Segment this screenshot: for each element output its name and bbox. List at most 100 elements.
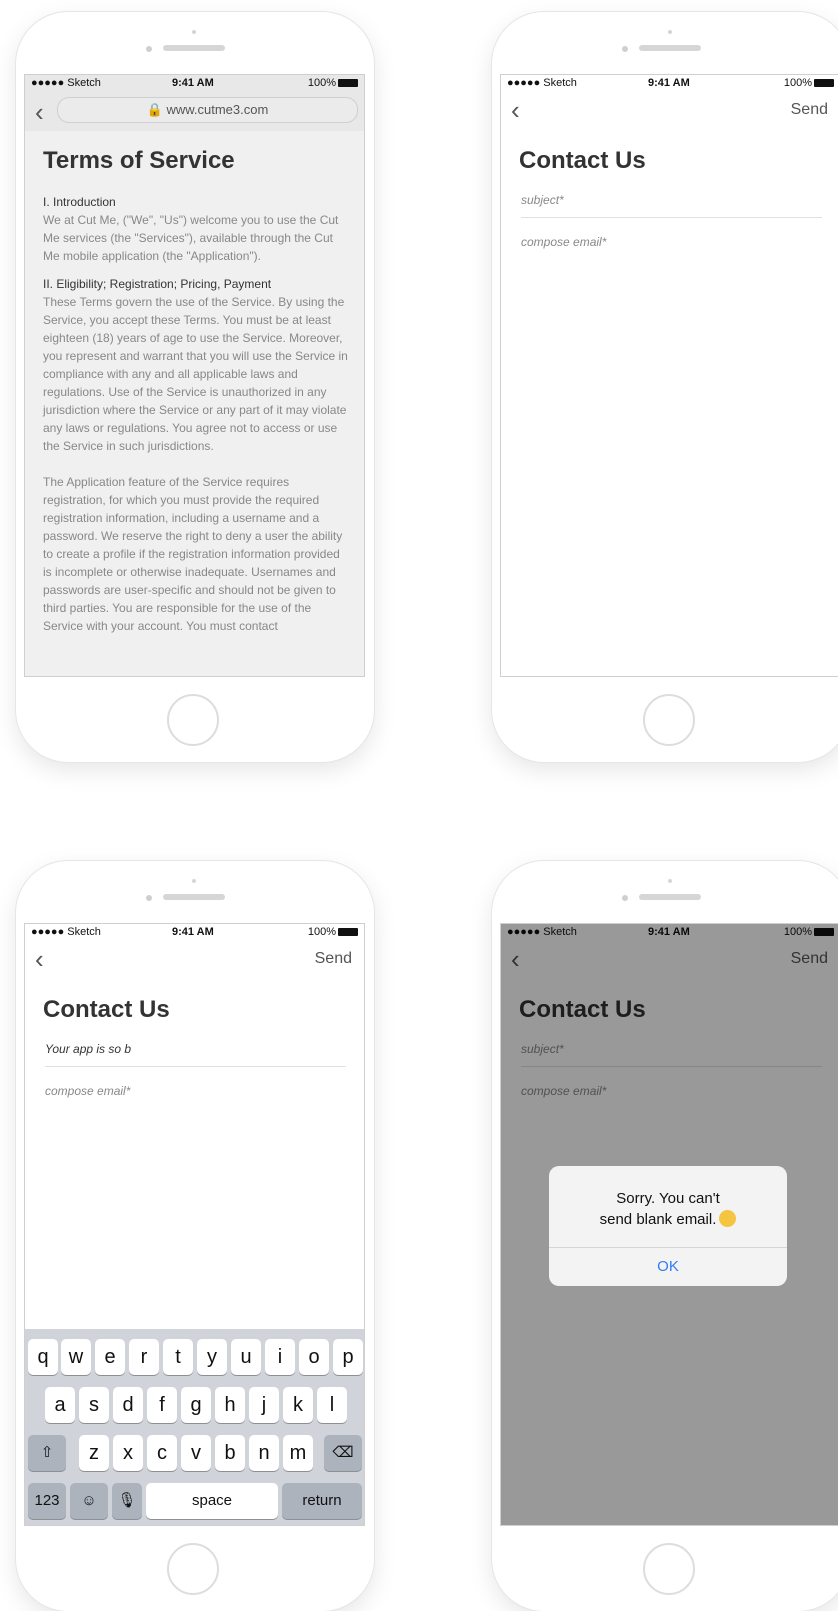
phone-sensor xyxy=(668,879,672,883)
page-title: Contact Us xyxy=(519,147,646,174)
key-x[interactable]: x xyxy=(113,1435,143,1471)
terms-screen: ●●●●● Sketch 9:41 AM 100% ‹ 🔒 www.cutme3… xyxy=(24,74,365,677)
battery-label: 100% xyxy=(783,77,812,89)
subject-field[interactable]: Your app is so b xyxy=(45,1042,346,1067)
key-y[interactable]: y xyxy=(197,1339,227,1375)
page-title: Terms of Service xyxy=(43,147,235,174)
terms-body: I. Introduction We at Cut Me, ("We", "Us… xyxy=(43,193,348,645)
battery-label: 100% xyxy=(307,77,336,89)
phone-speaker xyxy=(163,45,225,51)
status-bar: ●●●●● Sketch 9:41 AM 100% xyxy=(501,75,838,91)
contact-screen: ●●●●● Sketch 9:41 AM 100% ‹ Send Contact… xyxy=(24,923,365,1526)
key-j[interactable]: j xyxy=(249,1387,279,1423)
section-text: The Application feature of the Service r… xyxy=(43,475,343,633)
key-m[interactable]: m xyxy=(283,1435,313,1471)
key-d[interactable]: d xyxy=(113,1387,143,1423)
phone-camera xyxy=(622,46,628,52)
phone-camera xyxy=(622,895,628,901)
key-u[interactable]: u xyxy=(231,1339,261,1375)
battery-icon xyxy=(814,79,834,88)
numbers-key[interactable]: 123 xyxy=(28,1483,66,1519)
emoji-key[interactable]: ☺ xyxy=(70,1483,108,1519)
battery-icon xyxy=(338,79,358,88)
compose-field[interactable]: compose email* xyxy=(45,1084,346,1098)
phone-camera xyxy=(146,46,152,52)
space-key[interactable]: space xyxy=(146,1483,278,1519)
back-button[interactable]: ‹ xyxy=(511,97,520,123)
alert-line-2: send blank email. xyxy=(599,1211,717,1228)
home-button[interactable] xyxy=(167,1543,219,1595)
key-k[interactable]: k xyxy=(283,1387,313,1423)
phone-contact-typing: ●●●●● Sketch 9:41 AM 100% ‹ Send Contact… xyxy=(16,861,374,1611)
key-i[interactable]: i xyxy=(265,1339,295,1375)
send-button[interactable]: Send xyxy=(791,101,828,119)
key-z[interactable]: z xyxy=(79,1435,109,1471)
phone-speaker xyxy=(639,894,701,900)
ok-button[interactable]: OK xyxy=(549,1247,787,1286)
phone-terms: ●●●●● Sketch 9:41 AM 100% ‹ 🔒 www.cutme3… xyxy=(16,12,374,762)
home-button[interactable] xyxy=(643,1543,695,1595)
clock: 9:41 AM xyxy=(172,77,214,89)
key-p[interactable]: p xyxy=(333,1339,363,1375)
shift-key[interactable]: ⇧ xyxy=(28,1435,66,1471)
home-button[interactable] xyxy=(643,694,695,746)
phone-sensor xyxy=(668,30,672,34)
battery-icon xyxy=(338,928,358,937)
phone-camera xyxy=(146,895,152,901)
section-text: These Terms govern the use of the Servic… xyxy=(43,295,348,453)
clock: 9:41 AM xyxy=(648,77,690,89)
section-text: We at Cut Me, ("We", "Us") welcome you t… xyxy=(43,213,339,263)
contact-screen: ●●●●● Sketch 9:41 AM 100% ‹ Send Contact… xyxy=(500,923,838,1526)
key-n[interactable]: n xyxy=(249,1435,279,1471)
carrier-label: ●●●●● Sketch xyxy=(31,926,101,938)
alert-message: Sorry. You can't send blank email. xyxy=(549,1188,787,1230)
back-button[interactable]: ‹ xyxy=(35,946,44,972)
key-o[interactable]: o xyxy=(299,1339,329,1375)
compose-field[interactable]: compose email* xyxy=(521,235,822,249)
delete-key[interactable]: ⌫ xyxy=(324,1435,362,1471)
page-title: Contact Us xyxy=(43,996,170,1023)
key-f[interactable]: f xyxy=(147,1387,177,1423)
key-s[interactable]: s xyxy=(79,1387,109,1423)
alert-line-2-wrap: send blank email. xyxy=(549,1209,787,1230)
key-a[interactable]: a xyxy=(45,1387,75,1423)
battery-indicator: 100% xyxy=(784,77,834,89)
key-e[interactable]: e xyxy=(95,1339,125,1375)
key-h[interactable]: h xyxy=(215,1387,245,1423)
phone-contact-empty: ●●●●● Sketch 9:41 AM 100% ‹ Send Contact… xyxy=(492,12,838,762)
nav-bar: ‹ Send xyxy=(501,91,838,131)
url-field[interactable]: 🔒 www.cutme3.com xyxy=(57,97,358,123)
key-v[interactable]: v xyxy=(181,1435,211,1471)
status-bar: ●●●●● Sketch 9:41 AM 100% xyxy=(25,924,364,940)
battery-indicator: 100% xyxy=(308,926,358,938)
key-q[interactable]: q xyxy=(28,1339,58,1375)
nav-bar: ‹ Send xyxy=(25,940,364,980)
mic-key[interactable]: 🎙 xyxy=(112,1483,142,1519)
back-button[interactable]: ‹ xyxy=(35,99,44,125)
sad-face-icon xyxy=(719,1210,737,1227)
section-heading: II. Eligibility; Registration; Pricing, … xyxy=(43,277,272,291)
send-button[interactable]: Send xyxy=(315,950,352,968)
return-key[interactable]: return xyxy=(282,1483,362,1519)
phone-speaker xyxy=(163,894,225,900)
key-l[interactable]: l xyxy=(317,1387,347,1423)
phone-contact-alert: ●●●●● Sketch 9:41 AM 100% ‹ Send Contact… xyxy=(492,861,838,1611)
contact-screen: ●●●●● Sketch 9:41 AM 100% ‹ Send Contact… xyxy=(500,74,838,677)
key-c[interactable]: c xyxy=(147,1435,177,1471)
alert-line-1: Sorry. You can't xyxy=(616,1190,720,1207)
status-bar: ●●●●● Sketch 9:41 AM 100% xyxy=(25,75,364,91)
alert-dialog: Sorry. You can't send blank email. OK xyxy=(549,1166,787,1286)
section-heading: I. Introduction xyxy=(43,195,116,209)
keyboard: q w e r t y u i o p a s d f g h j k l ⇧ … xyxy=(25,1329,364,1525)
phone-sensor xyxy=(192,30,196,34)
subject-field[interactable]: subject* xyxy=(521,193,822,218)
key-r[interactable]: r xyxy=(129,1339,159,1375)
carrier-label: ●●●●● Sketch xyxy=(507,77,577,89)
battery-label: 100% xyxy=(307,926,336,938)
clock: 9:41 AM xyxy=(172,926,214,938)
key-b[interactable]: b xyxy=(215,1435,245,1471)
key-g[interactable]: g xyxy=(181,1387,211,1423)
key-w[interactable]: w xyxy=(61,1339,91,1375)
home-button[interactable] xyxy=(167,694,219,746)
key-t[interactable]: t xyxy=(163,1339,193,1375)
